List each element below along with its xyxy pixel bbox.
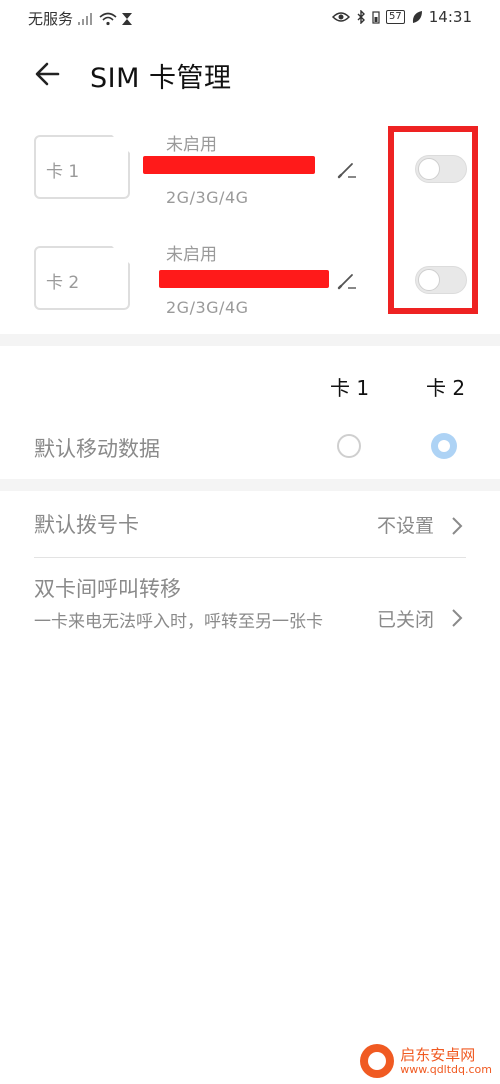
call-forward-label: 双卡间呼叫转移 xyxy=(34,577,181,601)
call-forward-value: 已关闭 xyxy=(377,609,435,631)
sim-2-network: 2G/3G/4G xyxy=(166,298,249,317)
clock-time: 14:31 xyxy=(428,8,472,26)
carrier-text: 无服务 xyxy=(28,10,74,28)
default-dial-label: 默认拨号卡 xyxy=(34,513,139,537)
page-title: SIM 卡管理 xyxy=(90,63,232,94)
watermark-logo-icon xyxy=(360,1044,395,1078)
default-dial-row[interactable]: 默认拨号卡 不设置 xyxy=(0,495,500,555)
default-data-radio-sim-1[interactable] xyxy=(337,434,361,458)
hourglass-icon xyxy=(122,12,133,25)
leaf-icon xyxy=(412,11,422,23)
default-dial-value: 不设置 xyxy=(377,515,435,537)
watermark-url: www.qdltdq.com xyxy=(400,1062,492,1076)
sim-card-icon-2: 卡 2 xyxy=(34,246,130,310)
pencil-icon xyxy=(337,274,356,290)
default-data-label: 默认移动数据 xyxy=(34,437,160,461)
battery-saver-icon xyxy=(372,11,380,24)
battery-level: 57 xyxy=(386,10,405,24)
call-forward-row[interactable]: 双卡间呼叫转移 一卡来电无法呼入时，呼转至另一张卡 已关闭 xyxy=(0,565,500,665)
back-button[interactable] xyxy=(28,54,68,94)
radio-selected-dot xyxy=(438,440,450,452)
bluetooth-icon xyxy=(357,10,366,24)
sim-1-number-redacted xyxy=(143,156,315,174)
call-forward-description: 一卡来电无法呼入时，呼转至另一张卡 xyxy=(34,612,323,632)
sim-1-status: 未启用 xyxy=(166,135,217,155)
sim-1-network: 2G/3G/4G xyxy=(166,188,249,207)
pencil-icon xyxy=(337,163,356,179)
signal-off-icon xyxy=(78,12,93,25)
edit-sim-1-name-button[interactable] xyxy=(336,158,358,180)
default-data-radio-sim-2[interactable] xyxy=(431,433,457,459)
chevron-right-icon xyxy=(452,609,463,627)
watermark-name: 启东安卓网 xyxy=(400,1045,476,1064)
watermark: 启东安卓网 www.qdltdq.com xyxy=(360,1044,492,1078)
wifi-icon xyxy=(99,12,117,25)
sim-card-label-1: 卡 1 xyxy=(46,162,80,182)
section-divider xyxy=(0,334,500,346)
sim-card-label-2: 卡 2 xyxy=(46,273,80,293)
column-header-sim-2: 卡 2 xyxy=(426,376,466,400)
chevron-right-icon xyxy=(452,517,463,535)
status-bar: 无服务 57 14:31 xyxy=(0,0,500,36)
edit-sim-2-name-button[interactable] xyxy=(336,269,358,291)
annotation-highlight-box xyxy=(388,126,478,314)
sim-2-number-redacted xyxy=(159,270,329,288)
column-header-sim-1: 卡 1 xyxy=(330,376,370,400)
arrow-left-icon xyxy=(35,62,60,86)
sim-2-status: 未启用 xyxy=(166,245,217,265)
section-divider xyxy=(0,479,500,491)
eye-icon xyxy=(332,12,351,22)
sim-card-icon-1: 卡 1 xyxy=(34,135,130,199)
row-divider xyxy=(34,557,466,558)
